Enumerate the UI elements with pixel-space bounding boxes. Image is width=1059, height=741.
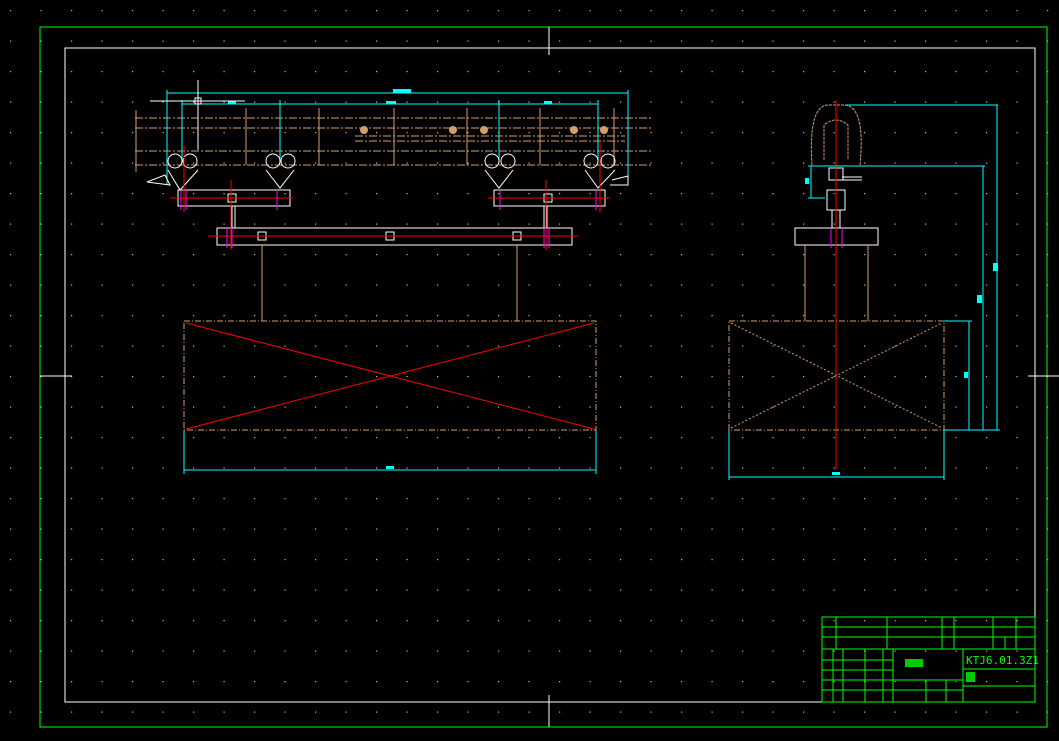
company-glyphs — [966, 672, 975, 682]
drawing-title-glyphs — [905, 659, 923, 667]
cad-canvas[interactable]: KTJ6.01.3Z1 — [0, 0, 1059, 741]
drawing-number: KTJ6.01.3Z1 — [966, 654, 1039, 667]
grid-dots — [0, 0, 1059, 741]
